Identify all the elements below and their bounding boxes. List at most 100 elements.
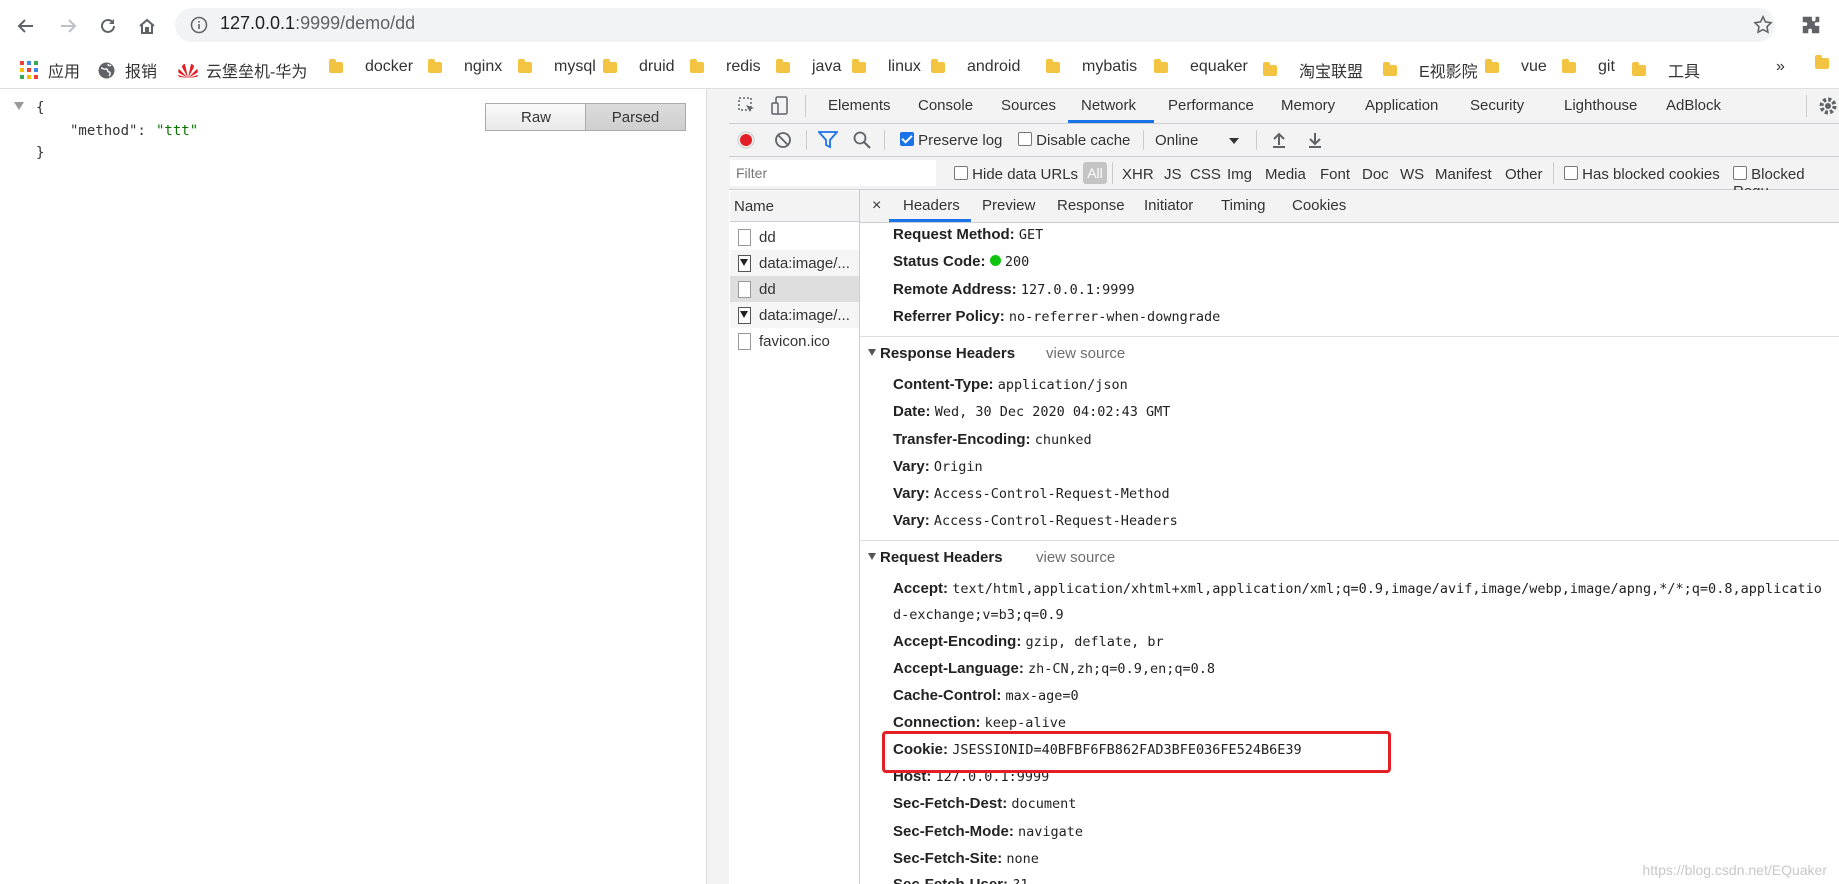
bookmark-label: redis [726, 58, 761, 75]
bookmark-folder[interactable]: vue [1485, 58, 1547, 76]
tab-sources[interactable]: Sources [1001, 97, 1056, 114]
tab-adblock[interactable]: AdBlock [1666, 97, 1721, 114]
hide-data-urls-label: Hide data URLs [972, 166, 1079, 183]
view-source-link[interactable]: view source [1046, 345, 1125, 362]
hide-data-urls-checkbox[interactable]: Hide data URLs [954, 166, 1078, 183]
disable-cache-label: Disable cache [1036, 132, 1131, 149]
response-header-row: Vary: Access-Control-Request-Method [893, 485, 1170, 502]
response-headers-section[interactable]: Response Headers [868, 345, 1015, 362]
bookmark-folder[interactable]: redis [690, 58, 761, 76]
record-button[interactable] [737, 131, 755, 149]
filter-type-all[interactable]: All [1083, 162, 1107, 184]
export-har-icon[interactable] [1307, 131, 1323, 149]
parsed-button[interactable]: Parsed [585, 103, 686, 131]
request-headers-section[interactable]: Request Headers [868, 549, 1003, 566]
filter-type-manifest[interactable]: Manifest [1435, 166, 1492, 183]
bookmark-folder[interactable]: nginx [428, 58, 502, 76]
filter-input[interactable] [730, 160, 936, 186]
extensions-puzzle-icon[interactable] [1800, 14, 1822, 36]
folder-icon [329, 58, 343, 73]
header-value: application/json [997, 377, 1128, 393]
info-icon[interactable] [190, 16, 208, 34]
home-button[interactable] [133, 12, 161, 40]
settings-gear-icon[interactable] [1818, 96, 1838, 116]
url-text[interactable]: 127.0.0.1:9999/demo/dd [220, 13, 415, 34]
bookmark-folder[interactable]: druid [603, 58, 675, 76]
tab-performance[interactable]: Performance [1168, 97, 1254, 114]
request-row[interactable]: dd [730, 224, 859, 250]
request-header-row: Sec-Fetch-Site: none [893, 850, 1039, 867]
divider [1256, 130, 1257, 150]
cookie-highlight-box [882, 731, 1391, 773]
header-value: chunked [1034, 432, 1092, 448]
inspect-element-icon[interactable] [738, 97, 756, 115]
filter-type-doc[interactable]: Doc [1362, 166, 1389, 183]
tab-cookies[interactable]: Cookies [1292, 197, 1346, 214]
bookmark-folder[interactable]: mybatis [1046, 58, 1137, 76]
bookmark-item[interactable]: 报销 [98, 58, 157, 82]
bookmark-folder[interactable]: linux [852, 58, 921, 76]
throttling-select[interactable]: Online [1155, 132, 1241, 149]
tab-initiator[interactable]: Initiator [1144, 197, 1193, 214]
bookmark-label: mysql [554, 58, 596, 75]
filter-funnel-icon[interactable] [818, 131, 838, 149]
filter-type-font[interactable]: Font [1320, 166, 1350, 183]
filter-type-xhr[interactable]: XHR [1122, 166, 1154, 183]
forward-button[interactable] [54, 12, 82, 40]
tab-headers[interactable]: Headers [903, 197, 960, 214]
bookmark-label: docker [365, 58, 414, 75]
request-row[interactable]: favicon.ico [730, 328, 859, 354]
view-source-link[interactable]: view source [1036, 549, 1115, 566]
filter-type-js[interactable]: JS [1164, 166, 1182, 183]
disable-cache-checkbox[interactable]: Disable cache [1018, 132, 1130, 149]
device-toolbar-icon[interactable] [771, 96, 789, 116]
bookmark-folder[interactable]: docker [329, 58, 413, 76]
bookmark-folder[interactable]: android [931, 58, 1020, 76]
bookmark-folder[interactable]: mysql [518, 58, 596, 76]
filter-type-media[interactable]: Media [1265, 166, 1306, 183]
tab-response[interactable]: Response [1057, 197, 1125, 214]
pane-splitter[interactable] [706, 89, 730, 884]
tab-lighthouse[interactable]: Lighthouse [1564, 97, 1637, 114]
tab-preview[interactable]: Preview [982, 197, 1035, 214]
json-collapse-arrow-icon[interactable] [14, 102, 24, 110]
bookmark-folder[interactable] [1815, 55, 1829, 69]
request-header-row: Sec-Fetch-Dest: document [893, 795, 1076, 812]
filter-type-other[interactable]: Other [1505, 166, 1543, 183]
filter-type-img[interactable]: Img [1227, 166, 1252, 183]
bookmark-folder[interactable]: 淘宝联盟 [1263, 58, 1363, 82]
back-button[interactable] [12, 12, 40, 40]
preserve-log-checkbox[interactable]: Preserve log [900, 132, 1002, 149]
close-detail-button[interactable]: × [872, 197, 881, 215]
has-blocked-cookies-checkbox[interactable]: Has blocked cookies [1564, 166, 1720, 183]
bookmark-item[interactable]: 云堡垒机-华为 [176, 58, 307, 82]
reload-button[interactable] [94, 12, 122, 40]
request-row[interactable]: data:image/... [730, 302, 859, 328]
filter-type-css[interactable]: CSS [1190, 166, 1221, 183]
tab-memory[interactable]: Memory [1281, 97, 1335, 114]
bookmarks-overflow-button[interactable]: » [1776, 58, 1785, 76]
response-header-row: Vary: Origin [893, 458, 983, 475]
tab-console[interactable]: Console [918, 97, 973, 114]
request-row-selected[interactable]: dd [730, 276, 859, 302]
tab-elements[interactable]: Elements [828, 97, 891, 114]
bookmark-star-icon[interactable] [1752, 14, 1774, 36]
bookmark-apps[interactable]: 应用 [20, 58, 80, 82]
import-har-icon[interactable] [1271, 131, 1287, 149]
bookmark-folder[interactable]: E视影院 [1383, 58, 1478, 82]
bookmark-folder[interactable]: java [776, 58, 841, 76]
tab-application[interactable]: Application [1365, 97, 1438, 114]
bookmark-folder[interactable]: 工具 [1632, 58, 1700, 82]
tab-security[interactable]: Security [1470, 97, 1524, 114]
tab-network[interactable]: Network [1081, 97, 1136, 114]
page-content [0, 89, 706, 884]
bookmark-folder[interactable]: equaker [1154, 58, 1248, 76]
search-icon[interactable] [853, 131, 871, 149]
tab-timing[interactable]: Timing [1221, 197, 1265, 214]
bookmark-folder[interactable]: git [1562, 58, 1615, 76]
clear-icon[interactable] [774, 131, 792, 149]
request-row[interactable]: data:image/... [730, 250, 859, 276]
raw-button[interactable]: Raw [485, 103, 587, 131]
filter-type-ws[interactable]: WS [1400, 166, 1424, 183]
name-column-header[interactable]: Name [730, 191, 859, 222]
